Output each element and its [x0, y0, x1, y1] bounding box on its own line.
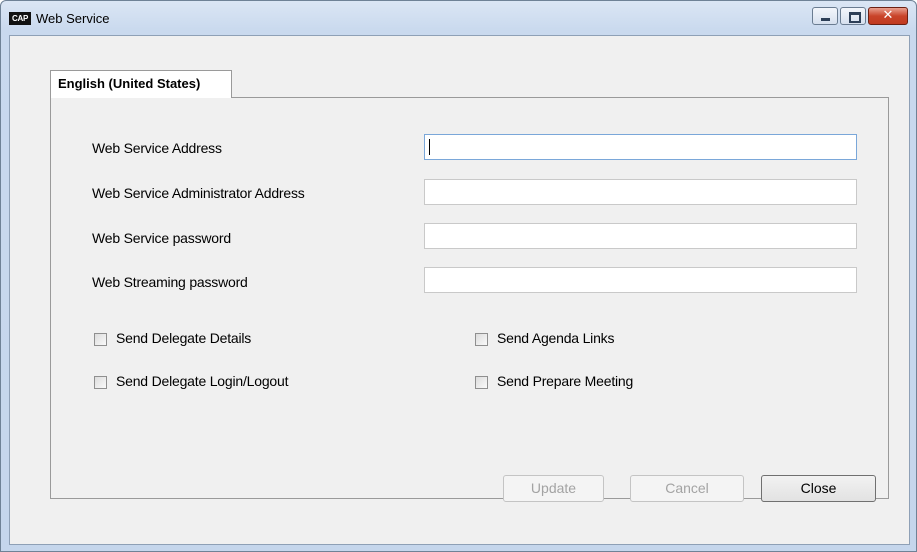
send-delegate-details-label: Send Delegate Details: [116, 330, 252, 346]
app-logo-icon: CAP: [9, 12, 31, 25]
window-controls: ✕: [810, 7, 908, 27]
send-prepare-meeting-label: Send Prepare Meeting: [497, 373, 634, 389]
send-prepare-meeting-checkbox[interactable]: [475, 376, 488, 389]
client-area: English (United States) Web Service Addr…: [9, 35, 910, 545]
web-streaming-password-input[interactable]: [424, 267, 857, 293]
cancel-button[interactable]: Cancel: [630, 475, 744, 502]
web-service-password-label: Web Service password: [92, 230, 231, 246]
web-service-address-label: Web Service Address: [92, 140, 222, 156]
send-delegate-details-checkbox[interactable]: [94, 333, 107, 346]
send-agenda-links-checkbox[interactable]: [475, 333, 488, 346]
window-title: Web Service: [36, 11, 110, 26]
close-button[interactable]: Close: [761, 475, 876, 502]
send-delegate-login-logout-checkbox[interactable]: [94, 376, 107, 389]
text-caret: [429, 139, 430, 155]
send-agenda-links-label: Send Agenda Links: [497, 330, 615, 346]
web-service-administrator-address-label: Web Service Administrator Address: [92, 185, 305, 201]
maximize-button[interactable]: [840, 7, 866, 25]
web-service-address-input[interactable]: [424, 134, 857, 160]
close-icon: ✕: [882, 8, 894, 23]
web-streaming-password-label: Web Streaming password: [92, 274, 248, 290]
send-delegate-login-logout-label: Send Delegate Login/Logout: [116, 373, 289, 389]
update-button[interactable]: Update: [503, 475, 604, 502]
title-bar[interactable]: CAP Web Service ✕: [1, 1, 916, 35]
minimize-button[interactable]: [812, 7, 838, 25]
web-service-window: CAP Web Service ✕ English (United States…: [0, 0, 917, 552]
web-service-password-input[interactable]: [424, 223, 857, 249]
close-window-button[interactable]: ✕: [868, 7, 908, 25]
tab-english-united-states[interactable]: English (United States): [50, 70, 232, 98]
web-service-administrator-address-input[interactable]: [424, 179, 857, 205]
maximize-icon: [849, 12, 861, 23]
minimize-icon: [821, 18, 830, 21]
